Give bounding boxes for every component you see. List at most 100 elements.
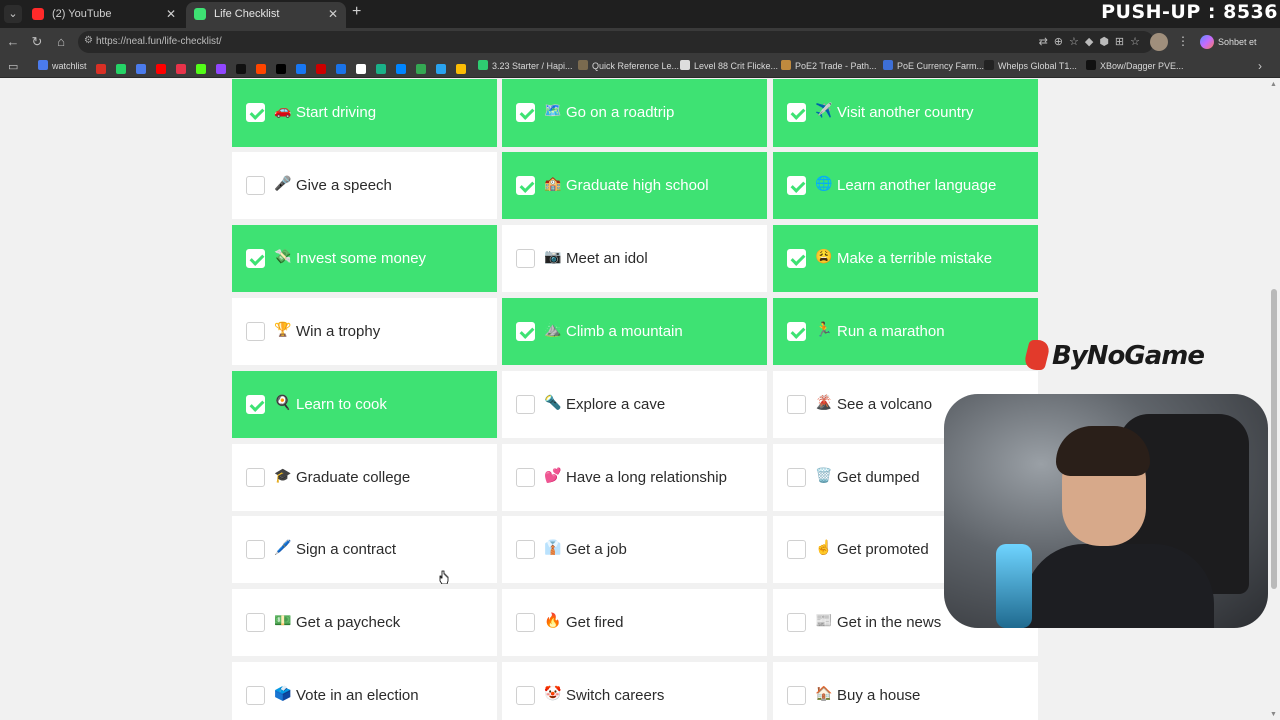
checklist-item[interactable]: 🗺️ Go on a roadtrip [502, 79, 767, 147]
checklist-item[interactable]: 🔦 Explore a cave [502, 370, 767, 438]
bookmark-item[interactable]: PoE Currency Farm... [883, 60, 984, 71]
bookmark-item[interactable]: XBow/Dagger PVE... [1086, 60, 1184, 71]
checklist-item[interactable]: 🔥 Get fired [502, 589, 767, 657]
tab-life-checklist[interactable]: Life Checklist ✕ [186, 2, 346, 28]
checkbox[interactable] [787, 394, 806, 414]
scrollbar-thumb[interactable] [1271, 289, 1277, 589]
checklist-item[interactable]: 🏃 Run a marathon [773, 297, 1038, 365]
bookmark-icon[interactable] [356, 64, 366, 74]
checklist-item[interactable]: 🍳 Learn to cook [232, 370, 497, 438]
chevron-right-icon[interactable]: › [1258, 59, 1262, 73]
checkbox[interactable] [246, 248, 265, 268]
checklist-item[interactable]: ⛰️ Climb a mountain [502, 297, 767, 365]
checklist-item[interactable]: 🎓 Graduate college [232, 443, 497, 511]
tab-youtube[interactable]: (2) YouTube ✕ [24, 2, 184, 28]
item-emoji-icon: ☝️ [815, 539, 833, 556]
checklist-item[interactable]: 🌐 Learn another language [773, 151, 1038, 219]
x-icon[interactable] [276, 64, 286, 74]
checkbox[interactable] [516, 394, 535, 414]
checkbox[interactable] [246, 175, 265, 195]
checklist-item[interactable]: 🗳️ Vote in an election [232, 662, 497, 720]
checkbox[interactable] [246, 540, 265, 560]
tiktok-icon[interactable] [236, 64, 246, 74]
bookmark-item[interactable]: Level 88 Crit Flicke... [680, 60, 778, 71]
checkbox[interactable] [516, 613, 535, 633]
apps-icon[interactable]: ▭ [8, 60, 18, 73]
checkbox[interactable] [787, 540, 806, 560]
checkbox[interactable] [246, 467, 265, 487]
site-info-icon[interactable]: ⚙ [84, 35, 93, 46]
new-tab-button[interactable]: + [352, 3, 361, 21]
checkbox[interactable] [787, 102, 806, 122]
checkbox[interactable] [787, 613, 806, 633]
scrollbar[interactable]: ▲ ▼ [1268, 79, 1280, 720]
checklist-item[interactable]: 🤡 Switch careers [502, 662, 767, 720]
bookmark-icon[interactable] [316, 64, 326, 74]
checklist-item[interactable]: ✈️ Visit another country [773, 79, 1038, 147]
checklist-item[interactable]: 🖊️ Sign a contract [232, 516, 497, 584]
url-text[interactable]: https://neal.fun/life-checklist/ [96, 36, 222, 47]
bookmark-item[interactable]: 3.23 Starter / Hapi... [478, 60, 573, 71]
checklist-item[interactable]: 😩 Make a terrible mistake [773, 224, 1038, 292]
youtube-icon[interactable] [156, 64, 166, 74]
bookmark-icon[interactable] [416, 64, 426, 74]
checkbox[interactable] [246, 686, 265, 706]
copilot-button[interactable]: Sohbet et [1198, 32, 1263, 52]
checklist-item[interactable]: 🏆 Win a trophy [232, 297, 497, 365]
home-icon[interactable]: ⌂ [53, 34, 69, 49]
bookmark-item[interactable]: PoE2 Trade - Path... [781, 60, 877, 71]
whatsapp-icon[interactable] [116, 64, 126, 74]
checkbox[interactable] [246, 321, 265, 341]
bookmark-item[interactable]: Whelps Global T1... [984, 60, 1077, 71]
checklist-item[interactable]: 👔 Get a job [502, 516, 767, 584]
checkbox[interactable] [246, 102, 265, 122]
checklist-item[interactable]: 🎤 Give a speech [232, 151, 497, 219]
checklist-item[interactable]: 💕 Have a long relationship [502, 443, 767, 511]
reddit-icon[interactable] [256, 64, 266, 74]
checkbox[interactable] [516, 248, 535, 268]
menu-icon[interactable]: ⋮ [1177, 34, 1189, 48]
facebook-icon[interactable] [296, 64, 306, 74]
checkbox[interactable] [787, 175, 806, 195]
avatar[interactable] [1150, 33, 1168, 51]
checklist-item[interactable]: 🏫 Graduate high school [502, 151, 767, 219]
scroll-down-icon[interactable]: ▼ [1270, 711, 1277, 718]
checkbox[interactable] [787, 248, 806, 268]
bookmark-icon[interactable] [436, 64, 446, 74]
checkbox[interactable] [787, 467, 806, 487]
checkbox[interactable] [246, 394, 265, 414]
checkbox[interactable] [246, 613, 265, 633]
scroll-up-icon[interactable]: ▲ [1270, 81, 1277, 88]
checkbox[interactable] [516, 467, 535, 487]
bookmark-icon[interactable] [176, 64, 186, 74]
bookmark-item[interactable]: Quick Reference Le... [578, 60, 679, 71]
tab-search-button[interactable]: ⌄ [4, 5, 22, 23]
checkbox[interactable] [516, 686, 535, 706]
bookmark-icon[interactable] [456, 64, 466, 74]
checkbox[interactable] [787, 686, 806, 706]
checkbox[interactable] [787, 321, 806, 341]
address-bar-actions[interactable]: ⇄⊕☆◆⬢⊞☆ [1039, 35, 1146, 48]
checkbox[interactable] [516, 321, 535, 341]
checklist-item[interactable]: 🏠 Buy a house [773, 662, 1038, 720]
checklist-item[interactable]: 📷 Meet an idol [502, 224, 767, 292]
checklist-item[interactable]: 🚗 Start driving [232, 79, 497, 147]
back-icon[interactable]: ← [5, 34, 21, 49]
bookmark-watchlist[interactable]: watchlist [38, 60, 87, 71]
checklist-item[interactable]: 💵 Get a paycheck [232, 589, 497, 657]
bookmark-icon[interactable] [136, 64, 146, 74]
bookmark-icon[interactable] [336, 64, 346, 74]
checkbox[interactable] [516, 102, 535, 122]
checklist-item[interactable]: 💸 Invest some money [232, 224, 497, 292]
close-icon[interactable]: ✕ [166, 2, 176, 26]
checkbox[interactable] [516, 540, 535, 560]
kick-icon[interactable] [196, 64, 206, 74]
bluesky-icon[interactable] [396, 64, 406, 74]
gmail-icon[interactable] [96, 64, 106, 74]
address-bar[interactable]: ⚙ https://neal.fun/life-checklist/ ⇄⊕☆◆⬢… [78, 31, 1154, 53]
reload-icon[interactable]: ↻ [29, 34, 45, 50]
close-icon[interactable]: ✕ [328, 2, 338, 26]
checkbox[interactable] [516, 175, 535, 195]
bookmark-icon[interactable] [376, 64, 386, 74]
twitch-icon[interactable] [216, 64, 226, 74]
